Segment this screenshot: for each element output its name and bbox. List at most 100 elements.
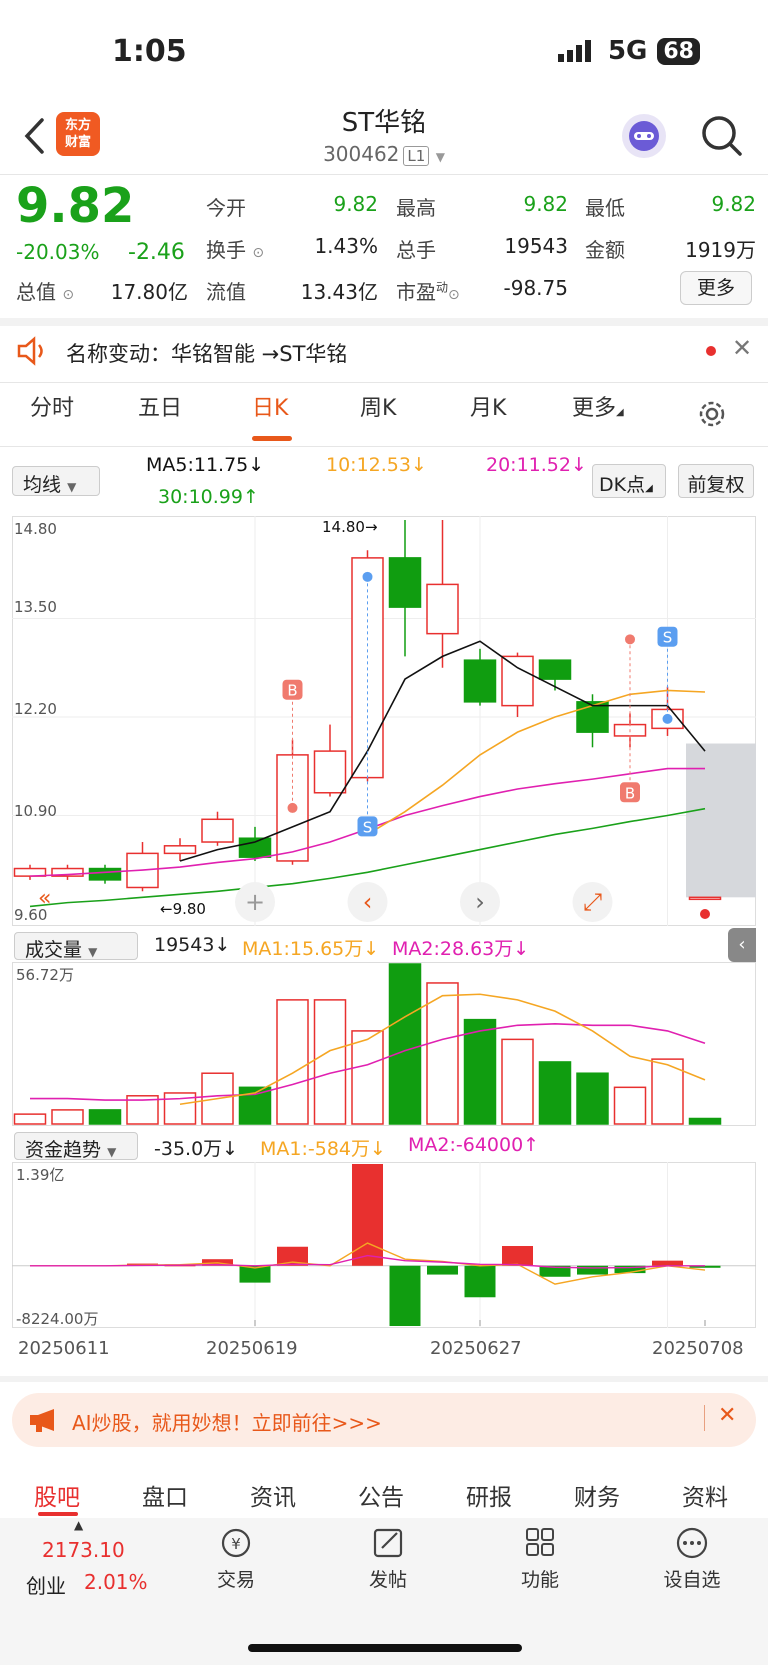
y-tick-3: 12.20 bbox=[14, 700, 57, 718]
info-icon: ⊙ bbox=[62, 287, 75, 303]
settings-icon[interactable] bbox=[696, 398, 728, 430]
apps-button[interactable]: 功能 bbox=[510, 1526, 570, 1592]
tab-5day[interactable]: 五日 bbox=[138, 390, 182, 422]
y-tick-top: 14.80 bbox=[14, 520, 57, 538]
fund-trend-chart[interactable] bbox=[12, 1162, 756, 1328]
volume-selector[interactable]: 成交量 ▼ bbox=[14, 932, 138, 961]
tab-daily-k[interactable]: 日K bbox=[252, 390, 288, 422]
volume-bar bbox=[463, 1018, 497, 1125]
ma30-value: 30:10.99↑ bbox=[158, 486, 259, 508]
tab-more[interactable]: 更多◢ bbox=[572, 390, 624, 422]
ai-banner-text: AI炒股，就用妙想！立即前往>>> bbox=[72, 1411, 382, 1435]
collapse-panel-button[interactable]: ‹ bbox=[728, 928, 756, 962]
float-label: 流值 bbox=[206, 280, 246, 304]
ma-selector[interactable]: 均线 ▼ bbox=[12, 466, 100, 496]
tab-weekly-k[interactable]: 周K bbox=[360, 390, 396, 422]
trade-button[interactable]: ¥ 交易 bbox=[206, 1526, 266, 1592]
amount-value: 1919万 bbox=[685, 238, 756, 262]
marker-dot bbox=[625, 634, 635, 645]
marker-dot bbox=[662, 713, 673, 724]
adjust-button[interactable]: 前复权 bbox=[678, 464, 754, 498]
candle-body bbox=[538, 659, 572, 680]
kline-chart[interactable]: B S S B + ‹ › ⤢ bbox=[12, 516, 756, 926]
fund-selector[interactable]: 资金趋势 ▼ bbox=[14, 1132, 138, 1161]
tab-monthly-k[interactable]: 月K bbox=[470, 390, 506, 422]
low-label: 最低 bbox=[585, 196, 625, 220]
status-time: 1:05 bbox=[112, 34, 187, 69]
notice-bar[interactable]: 名称变动：华铭智能 →ST华铭 ✕ bbox=[0, 322, 768, 382]
volume-value: 19543 bbox=[504, 234, 568, 258]
high-value: 9.82 bbox=[523, 192, 568, 216]
tab-announcement[interactable]: 公告 bbox=[358, 1478, 404, 1512]
signal-icon bbox=[557, 40, 591, 62]
volume-bar bbox=[501, 1038, 534, 1125]
volume-chart[interactable] bbox=[12, 962, 756, 1126]
change-amount: -2.46 bbox=[128, 240, 185, 265]
dk-button[interactable]: DK点◢ bbox=[592, 464, 666, 498]
fund-bar bbox=[652, 1260, 683, 1266]
info-icon: ⊙ bbox=[252, 245, 265, 261]
ai-robot-avatar[interactable] bbox=[622, 114, 666, 158]
close-icon[interactable]: ✕ bbox=[732, 334, 752, 362]
volume-bar bbox=[51, 1109, 84, 1125]
pe-value: -98.75 bbox=[503, 276, 568, 300]
candle-body bbox=[426, 583, 459, 635]
volume-ma1: MA1:15.65万↓ bbox=[242, 938, 380, 960]
tab-news[interactable]: 资讯 bbox=[250, 1478, 296, 1512]
more-icon bbox=[676, 1527, 708, 1559]
candle-body bbox=[313, 750, 347, 794]
volume-bar bbox=[538, 1061, 572, 1125]
index-name: 创业 bbox=[26, 1574, 66, 1598]
volume-max-label: 56.72万 bbox=[16, 966, 74, 984]
add-watchlist-button[interactable]: 设自选 bbox=[656, 1526, 728, 1592]
limit-down-zone bbox=[686, 743, 756, 898]
bottom-bar: ▲ 2173.10 创业 2.01% ¥ 交易 发帖 功能 设自选 bbox=[0, 1518, 768, 1665]
volume-ma2: MA2:28.63万↓ bbox=[392, 938, 530, 960]
fund-current: -35.0万↓ bbox=[154, 1138, 239, 1160]
network-type: 5G bbox=[607, 36, 648, 66]
x-date-1: 20250611 bbox=[18, 1338, 110, 1359]
post-button[interactable]: 发帖 bbox=[358, 1526, 418, 1592]
fund-bar bbox=[427, 1265, 458, 1275]
last-price-dot bbox=[700, 909, 710, 919]
volume-bar bbox=[576, 1072, 609, 1125]
candle-body bbox=[201, 818, 234, 843]
ma5-line bbox=[179, 640, 706, 862]
volume-current: 19543↓ bbox=[154, 934, 231, 956]
trade-icon: ¥ bbox=[221, 1528, 251, 1558]
volume-bar bbox=[88, 1109, 122, 1125]
ma10-value: 10:12.53↓ bbox=[326, 454, 427, 476]
expand-icon-glyph: ⤢ bbox=[583, 888, 602, 916]
tab-finance[interactable]: 财务 bbox=[574, 1478, 620, 1512]
volume-bar bbox=[351, 1030, 384, 1125]
pe-label: 市盈动⊙ bbox=[396, 280, 460, 304]
level-badge: L1 bbox=[403, 146, 430, 166]
dropdown-icon[interactable]: ▼ bbox=[436, 150, 445, 164]
candle-body bbox=[163, 845, 197, 855]
index-value[interactable]: 2173.10 bbox=[42, 1538, 125, 1562]
low-value: 9.82 bbox=[711, 192, 756, 216]
fund-bar bbox=[389, 1265, 421, 1326]
turnover-value: 1.43% bbox=[314, 234, 378, 258]
tab-guba[interactable]: 股吧 bbox=[34, 1478, 80, 1512]
active-tab-indicator bbox=[38, 1512, 78, 1516]
tab-pankou[interactable]: 盘口 bbox=[142, 1478, 188, 1512]
x-date-2: 20250619 bbox=[206, 1338, 298, 1359]
crosshair-icon-glyph: + bbox=[245, 888, 265, 916]
tab-research[interactable]: 研报 bbox=[466, 1478, 512, 1512]
prev-icon-glyph: ‹ bbox=[363, 888, 373, 916]
search-icon[interactable] bbox=[700, 114, 744, 158]
rewind-icon[interactable]: « bbox=[38, 886, 51, 911]
chart-frame bbox=[12, 1162, 756, 1328]
x-date-3: 20250627 bbox=[430, 1338, 522, 1359]
ma20-value: 20:11.52↓ bbox=[486, 454, 587, 476]
more-button[interactable]: 更多 bbox=[680, 271, 752, 305]
high-label: 最高 bbox=[396, 196, 436, 220]
mktcap-value: 17.80亿 bbox=[110, 280, 188, 304]
index-percent: 2.01% bbox=[84, 1570, 148, 1594]
close-icon[interactable]: ✕ bbox=[718, 1403, 736, 1428]
tab-profile[interactable]: 资料 bbox=[682, 1478, 728, 1512]
ai-banner[interactable]: AI炒股，就用妙想！立即前往>>> ✕ bbox=[12, 1393, 756, 1447]
svg-text:¥: ¥ bbox=[231, 1535, 241, 1553]
tab-timeshare[interactable]: 分时 bbox=[30, 390, 74, 422]
